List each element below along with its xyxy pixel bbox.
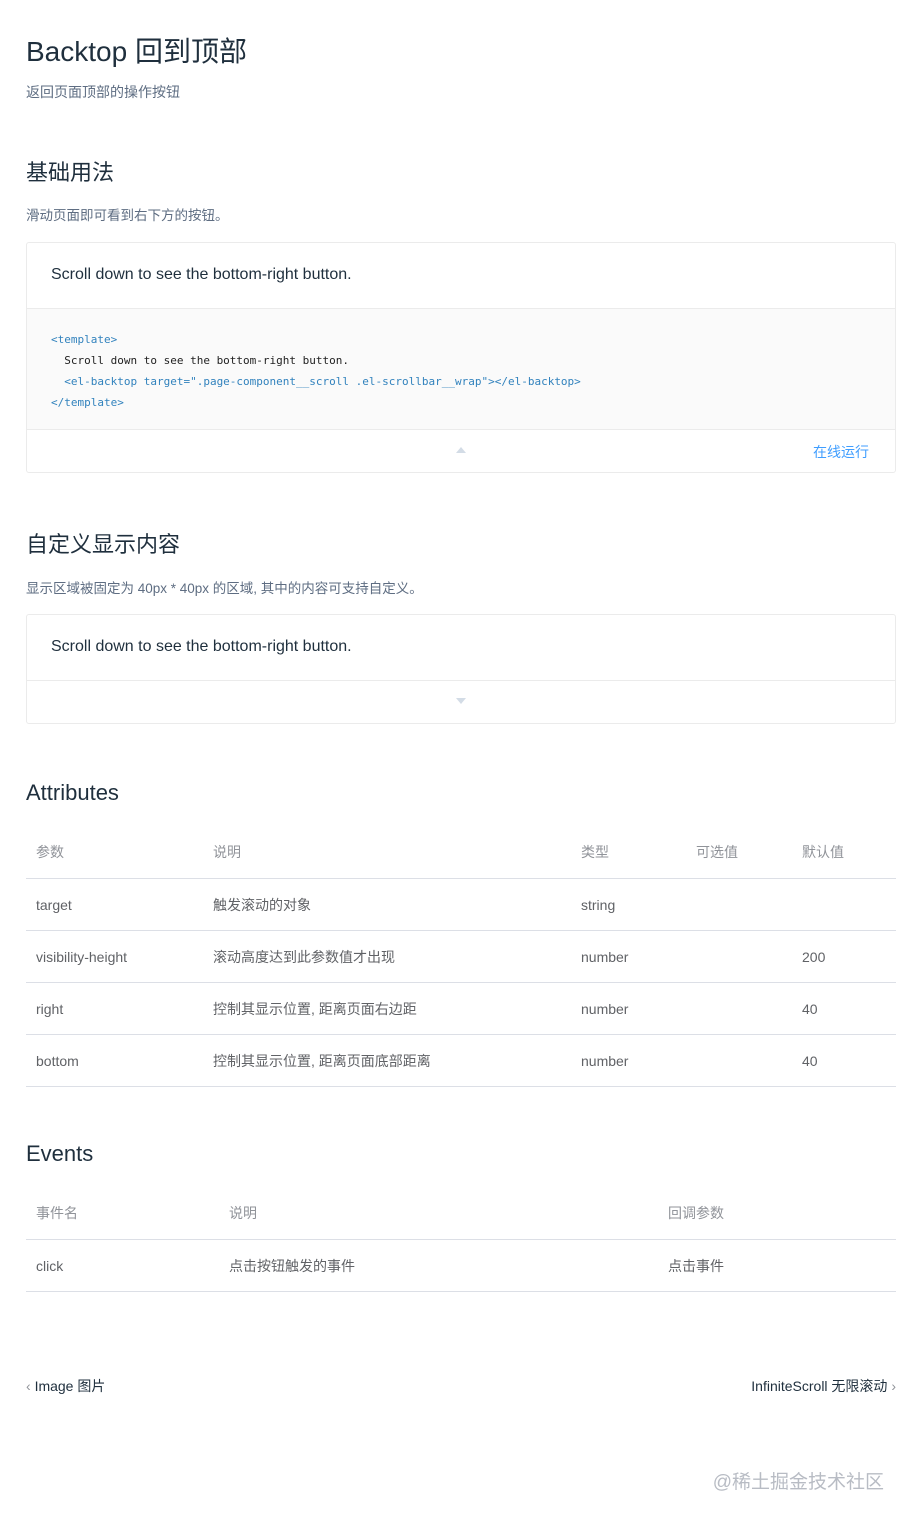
- table-header-cell: 参数: [26, 826, 203, 879]
- table-cell: 40: [792, 1034, 896, 1087]
- table-cell: 触发滚动的对象: [203, 878, 571, 931]
- demo-control-toggle[interactable]: 在线运行: [27, 430, 895, 472]
- demo-control-toggle[interactable]: [27, 681, 895, 723]
- table-cell: click: [26, 1239, 219, 1292]
- table-cell: [792, 878, 896, 931]
- table-row: click 点击按钮触发的事件 点击事件: [26, 1239, 896, 1292]
- table-header-cell: 可选值: [686, 826, 792, 879]
- table-cell: right: [26, 982, 203, 1035]
- table-cell: 点击按钮触发的事件: [219, 1239, 658, 1292]
- table-cell: [686, 982, 792, 1035]
- code-line: Scroll down to see the bottom-right butt…: [51, 354, 350, 367]
- table-row: target 触发滚动的对象 string: [26, 878, 896, 931]
- table-cell: string: [571, 878, 686, 931]
- table-header-cell: 说明: [203, 826, 571, 879]
- table-cell: [686, 878, 792, 931]
- section-description-custom: 显示区域被固定为 40px * 40px 的区域, 其中的内容可支持自定义。: [26, 581, 423, 596]
- footer-next-link[interactable]: InfiniteScroll 无限滚动 ›: [751, 1376, 896, 1396]
- demo-source: Scroll down to see the bottom-right butt…: [27, 615, 895, 681]
- footer-prev-link[interactable]: ‹ Image 图片: [26, 1376, 105, 1396]
- run-online-button[interactable]: 在线运行: [813, 443, 869, 461]
- section-title-attributes: Attributes: [26, 780, 119, 805]
- code-line: <el-backtop target=".page-component__scr…: [51, 375, 581, 388]
- table-header-cell: 默认值: [792, 826, 896, 879]
- table-cell: target: [26, 878, 203, 931]
- caret-up-icon[interactable]: [456, 447, 466, 453]
- section-title-custom: 自定义显示内容: [26, 532, 181, 557]
- attributes-table: 参数 说明 类型 可选值 默认值 target 触发滚动的对象 string v…: [26, 826, 896, 1087]
- watermark: @稀土掘金技术社区: [712, 1472, 884, 1493]
- code-line: </template>: [51, 396, 124, 409]
- table-cell: bottom: [26, 1034, 203, 1087]
- section-title-basic: 基础用法: [26, 160, 115, 185]
- table-cell: visibility-height: [26, 930, 203, 983]
- table-cell: 控制其显示位置, 距离页面底部距离: [203, 1034, 571, 1087]
- demo-code-block: <template> Scroll down to see the bottom…: [27, 309, 895, 430]
- chevron-right-icon: ›: [891, 1378, 896, 1394]
- table-header-row: 参数 说明 类型 可选值 默认值: [26, 826, 896, 879]
- table-cell: number: [571, 982, 686, 1035]
- table-cell: 滚动高度达到此参数值才出现: [203, 930, 571, 983]
- chevron-left-icon: ‹: [26, 1378, 31, 1394]
- table-cell: number: [571, 1034, 686, 1087]
- section-description-basic: 滑动页面即可看到右下方的按钮。: [26, 208, 229, 223]
- table-cell: 点击事件: [658, 1239, 896, 1292]
- table-row: visibility-height 滚动高度达到此参数值才出现 number 2…: [26, 930, 896, 983]
- table-cell: 控制其显示位置, 距离页面右边距: [203, 982, 571, 1035]
- table-header-cell: 事件名: [26, 1187, 219, 1240]
- table-row: bottom 控制其显示位置, 距离页面底部距离 number 40: [26, 1034, 896, 1087]
- table-header-cell: 回调参数: [658, 1187, 896, 1240]
- table-cell: 40: [792, 982, 896, 1035]
- table-header-row: 事件名 说明 回调参数: [26, 1187, 896, 1240]
- page-description: 返回页面顶部的操作按钮: [26, 84, 180, 100]
- footer-next-label: InfiniteScroll 无限滚动: [751, 1378, 888, 1394]
- footer-prev-label: Image 图片: [34, 1378, 106, 1394]
- code-line: <template>: [51, 333, 118, 346]
- events-table: 事件名 说明 回调参数 click 点击按钮触发的事件 点击事件: [26, 1187, 896, 1292]
- page-title: Backtop 回到顶部: [26, 36, 247, 67]
- caret-down-icon[interactable]: [456, 698, 466, 704]
- section-title-events: Events: [26, 1141, 94, 1166]
- demo-source: Scroll down to see the bottom-right butt…: [27, 243, 895, 309]
- table-cell: [686, 930, 792, 983]
- demo-block-custom: Scroll down to see the bottom-right butt…: [26, 614, 896, 724]
- demo-block-basic: Scroll down to see the bottom-right butt…: [26, 242, 896, 473]
- table-header-cell: 类型: [571, 826, 686, 879]
- table-row: right 控制其显示位置, 距离页面右边距 number 40: [26, 982, 896, 1035]
- table-header-cell: 说明: [219, 1187, 658, 1240]
- table-cell: 200: [792, 930, 896, 983]
- table-cell: number: [571, 930, 686, 983]
- table-cell: [686, 1034, 792, 1087]
